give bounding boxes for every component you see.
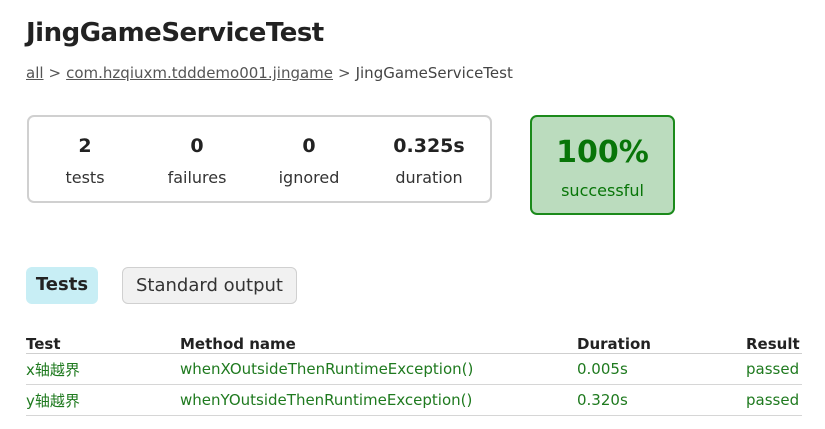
tab-standard-output[interactable]: Standard output [122, 267, 297, 304]
breadcrumb-current: JingGameServiceTest [355, 64, 513, 82]
result-cell: passed [746, 384, 802, 416]
counter-label: failures [167, 168, 227, 187]
counter-value: 0 [302, 135, 316, 157]
column-header-test: Test [26, 331, 180, 354]
test-report-page: JingGameServiceTest all > com.hzqiuxm.tddd… [0, 0, 825, 429]
column-header-method: Method name [180, 331, 577, 354]
test-name-cell: y轴越界 [26, 384, 180, 416]
counter-label: duration [395, 168, 463, 187]
success-rate-value: 100% [556, 135, 649, 170]
counter-value: 0.325s [393, 135, 465, 157]
method-name-cell: whenXOutsideThenRuntimeException() [180, 353, 577, 385]
counter-value: 2 [78, 135, 92, 157]
breadcrumb-separator: > [48, 64, 62, 82]
breadcrumb-link-package[interactable]: com.hzqiuxm.tdddemo001.jingame [66, 64, 333, 82]
table-header-row: Test Method name Duration Result [26, 331, 802, 354]
tab-tests[interactable]: Tests [26, 267, 98, 304]
success-rate-box: 100% successful [530, 115, 675, 215]
page-title: JingGameServiceTest [26, 18, 324, 48]
duration-cell: 0.320s [577, 384, 746, 416]
test-name-cell: x轴越界 [26, 353, 180, 385]
summary-box: 2 tests 0 failures 0 ignored 0.325s dura… [27, 115, 492, 203]
duration-cell: 0.005s [577, 353, 746, 385]
success-rate-label: successful [561, 181, 644, 200]
table-row: y轴越界 whenYOutsideThenRuntimeException() … [26, 384, 802, 416]
breadcrumb-separator: > [338, 64, 351, 82]
breadcrumb: all > com.hzqiuxm.tdddemo001.jingame > JingG… [26, 64, 513, 82]
table-row: x轴越界 whenXOutsideThenRuntimeException() … [26, 353, 802, 385]
column-header-duration: Duration [577, 331, 746, 354]
counter-label: tests [65, 168, 105, 187]
counter-label: ignored [278, 168, 340, 187]
result-cell: passed [746, 353, 802, 385]
test-results-table: Test Method name Duration Result x轴越界 wh… [26, 331, 802, 416]
method-name-cell: whenYOutsideThenRuntimeException() [180, 384, 577, 416]
counter-value: 0 [190, 135, 204, 157]
breadcrumb-link-all[interactable]: all [26, 64, 44, 82]
column-header-result: Result [746, 331, 802, 354]
